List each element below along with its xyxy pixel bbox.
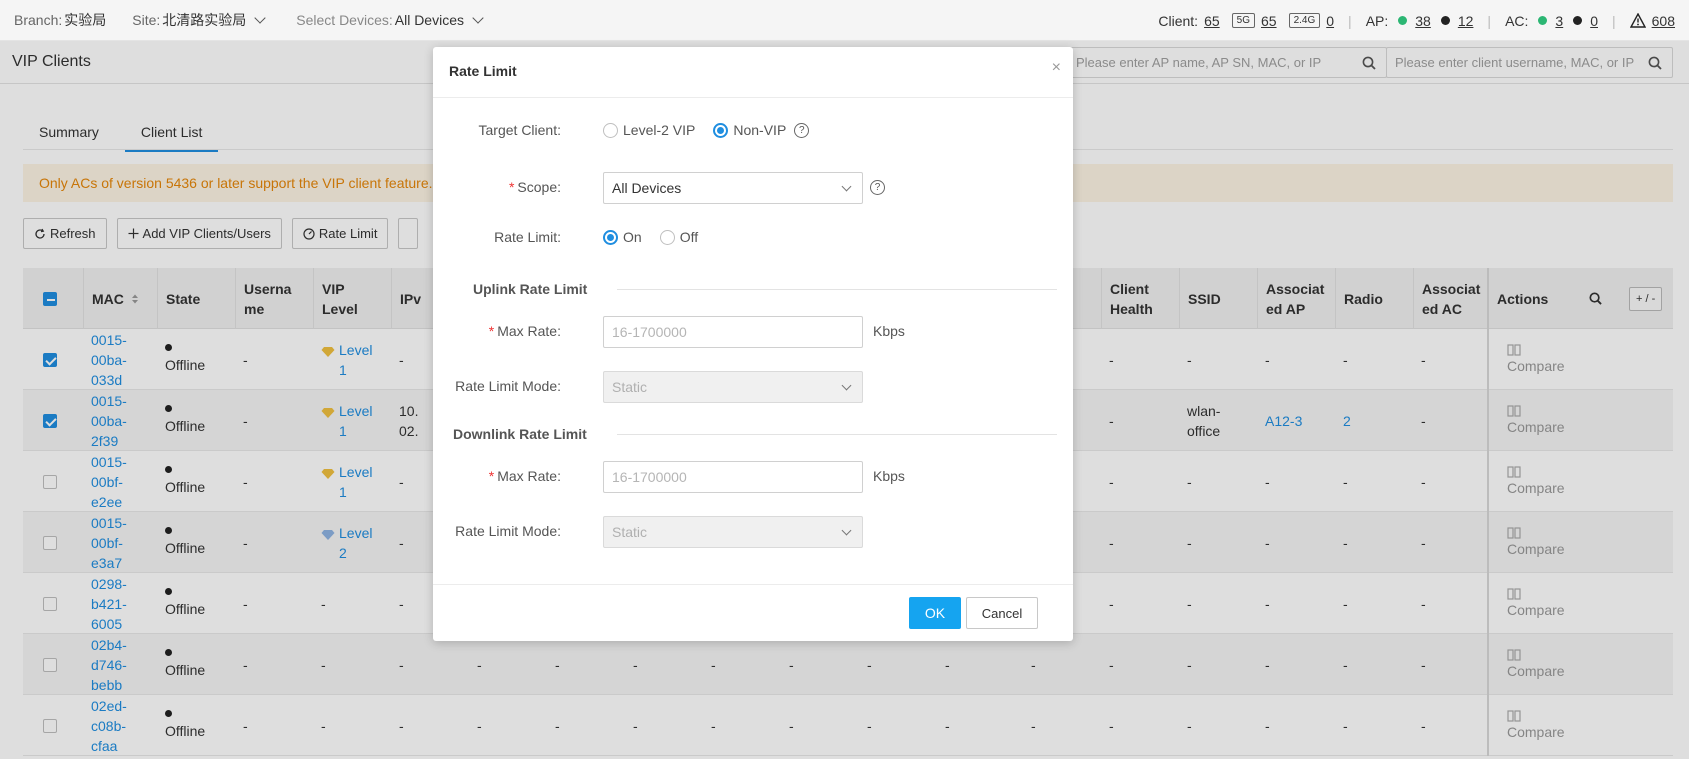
target-non-vip-radio[interactable]: Non-VIP bbox=[713, 122, 786, 138]
count-24g[interactable]: 0 bbox=[1326, 13, 1334, 29]
site-label: Site: bbox=[132, 12, 161, 28]
alarm-icon bbox=[1629, 13, 1646, 28]
count-5g[interactable]: 65 bbox=[1261, 13, 1277, 29]
ap-online-count[interactable]: 38 bbox=[1415, 13, 1431, 29]
scope-row: * Scope: All Devices ? bbox=[433, 172, 1073, 204]
dialog-footer: OK Cancel bbox=[433, 584, 1073, 641]
ac-label: AC: bbox=[1505, 12, 1529, 29]
rate-limit-on-radio[interactable]: On bbox=[603, 229, 642, 245]
uplink-mode-label: Rate Limit Mode: bbox=[455, 378, 561, 394]
scope-select[interactable]: All Devices bbox=[603, 172, 863, 204]
divider: | bbox=[1487, 12, 1492, 29]
divider: | bbox=[1612, 12, 1616, 29]
site-selector[interactable]: Site: 北清路实验局 bbox=[132, 10, 270, 30]
radio-circle bbox=[659, 229, 675, 245]
downlink-mode-row: Rate Limit Mode: Static bbox=[433, 516, 1073, 548]
chevron-down-icon bbox=[841, 181, 852, 192]
offline-dot-icon bbox=[1440, 16, 1450, 25]
devices-label: Select Devices: bbox=[296, 12, 393, 28]
band-24g-badge: 2.4G bbox=[1288, 13, 1321, 28]
scope-label: * Scope: bbox=[508, 179, 561, 195]
uplink-max-rate-row: *Max Rate: Kbps bbox=[433, 316, 1073, 348]
rate-limit-label: Rate Limit: bbox=[494, 229, 561, 245]
radio-circle bbox=[713, 122, 729, 138]
alarm-count[interactable]: 608 bbox=[1652, 13, 1675, 29]
uplink-max-rate-input[interactable] bbox=[603, 316, 863, 348]
rate-limit-toggle-row: Rate Limit: On Off bbox=[433, 229, 1073, 253]
radio-circle bbox=[603, 122, 618, 138]
close-icon[interactable]: × bbox=[1052, 59, 1061, 77]
downlink-max-rate-input[interactable] bbox=[603, 461, 863, 493]
offline-dot-icon bbox=[1573, 16, 1583, 25]
uplink-max-rate-label: * Max Rate: bbox=[488, 323, 561, 339]
dialog-header: Rate Limit × bbox=[433, 47, 1073, 98]
section-divider bbox=[617, 289, 1057, 290]
divider: | bbox=[1348, 12, 1352, 29]
downlink-section-title: Downlink Rate Limit bbox=[453, 426, 587, 442]
devices-value: All Devices bbox=[394, 12, 464, 28]
downlink-max-rate-label: * Max Rate: bbox=[488, 468, 561, 484]
ok-button[interactable]: OK bbox=[909, 597, 961, 629]
chevron-down-icon bbox=[254, 12, 266, 24]
online-dot-icon bbox=[1398, 16, 1408, 25]
downlink-mode-select: Static bbox=[603, 516, 863, 548]
device-selector[interactable]: Select Devices: All Devices bbox=[296, 12, 488, 28]
target-client-row: Target Client: Level-2 VIP Non-VIP ? bbox=[433, 122, 1073, 146]
client-count[interactable]: 65 bbox=[1204, 13, 1220, 29]
downlink-max-rate-row: *Max Rate: Kbps bbox=[433, 461, 1073, 493]
uplink-unit: Kbps bbox=[873, 323, 905, 339]
help-icon[interactable]: ? bbox=[870, 180, 885, 195]
rate-limit-dialog: Rate Limit × Target Client: Level-2 VIP … bbox=[433, 47, 1073, 641]
rate-limit-off-radio[interactable]: Off bbox=[659, 229, 698, 245]
ac-online-count[interactable]: 3 bbox=[1555, 13, 1563, 29]
band-5g-badge: 5G bbox=[1231, 13, 1255, 28]
radio-circle bbox=[603, 229, 618, 245]
target-client-label: Target Client: bbox=[478, 122, 561, 138]
branch-value: 实验局 bbox=[64, 12, 107, 28]
uplink-section-title: Uplink Rate Limit bbox=[473, 281, 588, 297]
chevron-down-icon bbox=[841, 525, 852, 536]
client-label: Client: bbox=[1158, 12, 1199, 29]
online-dot-icon bbox=[1538, 16, 1548, 25]
chevron-down-icon bbox=[472, 12, 484, 24]
site-value: 北清路实验局 bbox=[162, 12, 247, 28]
branch-selector[interactable]: Branch: 实验局 bbox=[14, 10, 106, 30]
status-summary: Client: 65 5G 65 2.4G 0 | AP: 38 12 | AC: 3… bbox=[1158, 0, 1675, 41]
uplink-mode-row: Rate Limit Mode: Static bbox=[433, 371, 1073, 403]
top-bar: Branch: 实验局 Site: 北清路实验局 Select Devices:… bbox=[0, 0, 1689, 41]
section-divider bbox=[617, 434, 1057, 435]
downlink-mode-label: Rate Limit Mode: bbox=[455, 523, 561, 539]
ac-offline-count[interactable]: 0 bbox=[1590, 13, 1598, 29]
ap-offline-count[interactable]: 12 bbox=[1458, 13, 1474, 29]
target-client-options: Level-2 VIP Non-VIP ? bbox=[603, 122, 810, 138]
uplink-mode-select: Static bbox=[603, 371, 863, 403]
downlink-unit: Kbps bbox=[873, 468, 905, 484]
ap-label: AP: bbox=[1365, 12, 1389, 29]
target-level2-vip-radio[interactable]: Level-2 VIP bbox=[603, 122, 695, 138]
help-icon[interactable]: ? bbox=[794, 122, 810, 138]
chevron-down-icon bbox=[841, 380, 852, 391]
cancel-button[interactable]: Cancel bbox=[966, 597, 1038, 629]
dialog-title: Rate Limit bbox=[449, 63, 517, 79]
branch-label: Branch: bbox=[14, 12, 63, 28]
rate-limit-options: On Off bbox=[603, 229, 716, 245]
